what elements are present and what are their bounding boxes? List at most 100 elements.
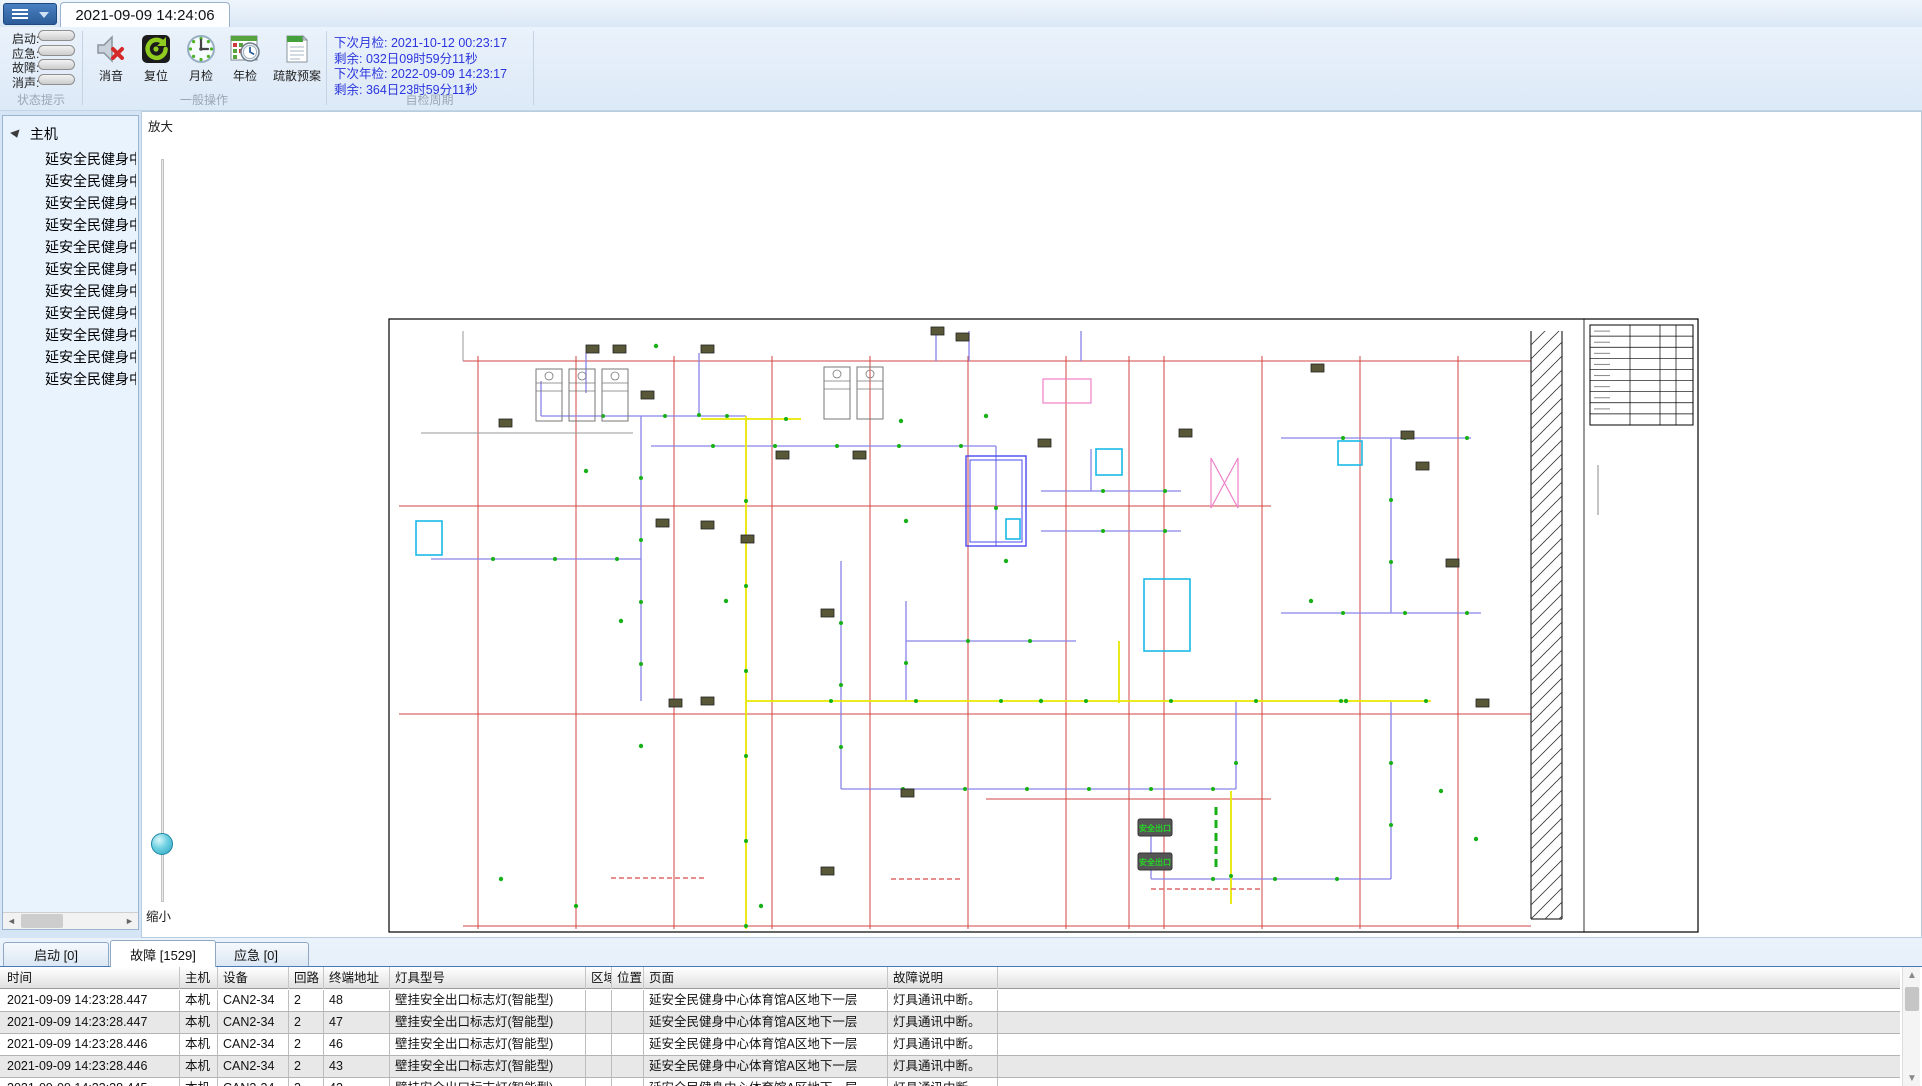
table-cell-page: 延安全民健身中心体育馆A区地下一层 — [644, 990, 888, 1011]
table-cell-model: 壁挂安全出口标志灯(智能型) — [390, 1078, 586, 1086]
table-row[interactable]: 2021-09-09 14:23:28.446本机CAN2-34246壁挂安全出… — [0, 1034, 1900, 1056]
table-cell-page: 延安全民健身中心体育馆A区地下一层 — [644, 1056, 888, 1077]
tree-item-page-6[interactable]: 延安全民健身中 — [3, 258, 136, 280]
table-cell-terminal: 46 — [324, 1034, 390, 1055]
tree-item-page-1[interactable]: 延安全民健身中 — [3, 148, 136, 170]
evacuation-plan-label: 疏散预案 — [268, 67, 326, 84]
table-cell-location — [612, 1078, 644, 1086]
tree-root-host[interactable]: 主机 — [11, 124, 136, 144]
column-header-page[interactable]: 页面 — [644, 967, 888, 989]
table-cell-model: 壁挂安全出口标志灯(智能型) — [390, 1056, 586, 1077]
actions-group-label: 一般操作 — [82, 91, 326, 108]
column-header-time[interactable]: 时间 — [2, 967, 180, 989]
reset-label: 复位 — [133, 67, 179, 84]
mute-label: 消音 — [88, 67, 134, 84]
tree-item-page-7[interactable]: 延安全民健身中 — [3, 280, 136, 302]
column-header-terminal[interactable]: 终端地址 — [324, 967, 390, 989]
tree-scrollbar-thumb[interactable] — [21, 914, 63, 928]
column-header-loop[interactable]: 回路 — [289, 967, 324, 989]
table-row[interactable]: 2021-09-09 14:23:28.445本机CAN2-34242壁挂安全出… — [0, 1078, 1900, 1086]
table-cell-device: CAN2-34 — [218, 1012, 289, 1033]
scroll-right-icon[interactable]: ► — [121, 913, 138, 929]
zoom-in-button[interactable]: 放大 — [148, 116, 173, 135]
table-cell-page: 延安全民健身中心体育馆A区地下一层 — [644, 1034, 888, 1055]
tree-expand-icon[interactable] — [10, 130, 22, 140]
calendar-clock-icon — [229, 33, 261, 65]
column-header-fault[interactable]: 故障说明 — [888, 967, 998, 989]
exit-sign-text: 安全出口 — [1139, 857, 1171, 867]
mute-button[interactable]: 消音 — [88, 31, 134, 89]
table-cell-fault: 灯具通讯中断。 — [888, 990, 998, 1011]
column-header-device[interactable]: 设备 — [218, 967, 289, 989]
table-cell-fault: 灯具通讯中断。 — [888, 1078, 998, 1086]
table-row[interactable]: 2021-09-09 14:23:28.446本机CAN2-34243壁挂安全出… — [0, 1056, 1900, 1078]
table-cell-loop: 2 — [289, 1012, 324, 1033]
reset-arrow-icon — [140, 33, 172, 65]
status-group-label: 状态提示 — [0, 91, 82, 108]
table-cell-host: 本机 — [180, 990, 218, 1011]
tree-item-page-8[interactable]: 延安全民健身中 — [3, 302, 136, 324]
column-header-model[interactable]: 灯具型号 — [390, 967, 586, 989]
column-header-location[interactable]: 位置 — [612, 967, 644, 989]
menu-button[interactable] — [3, 3, 57, 25]
monthly-check-label: 月检 — [178, 67, 224, 84]
table-body: 2021-09-09 14:23:28.447本机CAN2-34248壁挂安全出… — [0, 990, 1900, 1086]
next-monthly-check-text: 下次月检: 2021-10-12 00:23:17 — [334, 32, 554, 47]
monthly-check-button[interactable]: 月检 — [178, 31, 224, 89]
yearly-check-button[interactable]: 年检 — [222, 31, 268, 89]
table-cell-loop: 2 — [289, 1078, 324, 1086]
table-cell-location — [612, 1034, 644, 1055]
monthly-remaining-text: 剩余: 032日09时59分11秒 — [334, 48, 554, 63]
floor-plan-drawing: 安全出口安全出口 — [142, 112, 1922, 938]
table-cell-device: CAN2-34 — [218, 990, 289, 1011]
title-tab[interactable]: 2021-09-09 14:24:06 — [60, 2, 230, 27]
table-cell-area — [586, 1056, 612, 1077]
table-cell-time: 2021-09-09 14:23:28.446 — [2, 1056, 180, 1077]
table-cell-fault: 灯具通讯中断。 — [888, 1012, 998, 1033]
tree-item-page-2[interactable]: 延安全民健身中 — [3, 170, 136, 192]
table-cell-loop: 2 — [289, 990, 324, 1011]
status-row-emergency: 应急: — [12, 45, 39, 58]
table-cell-time: 2021-09-09 14:23:28.447 — [2, 1012, 180, 1033]
evacuation-plan-button[interactable]: 疏散预案 — [268, 31, 326, 89]
table-cell-location — [612, 1012, 644, 1033]
scroll-down-icon[interactable]: ▼ — [1903, 1070, 1921, 1086]
table-cell-fault: 灯具通讯中断。 — [888, 1056, 998, 1077]
column-header-area[interactable]: 区域 — [586, 967, 612, 989]
table-cell-loop: 2 — [289, 1056, 324, 1077]
table-scrollbar-thumb[interactable] — [1905, 987, 1919, 1011]
zoom-out-button[interactable]: 缩小 — [146, 906, 171, 925]
tree-item-page-9[interactable]: 延安全民健身中 — [3, 324, 136, 346]
tree-item-page-11[interactable]: 延安全民健身中 — [3, 368, 136, 390]
scroll-up-icon[interactable]: ▲ — [1903, 967, 1921, 984]
table-cell-area — [586, 990, 612, 1011]
table-cell-page: 延安全民健身中心体育馆A区地下一层 — [644, 1012, 888, 1033]
tree-item-page-4[interactable]: 延安全民健身中 — [3, 214, 136, 236]
event-tab-fault[interactable]: 故障 [1529] — [110, 940, 216, 967]
status-row-fault: 故障: — [12, 59, 39, 72]
table-cell-host: 本机 — [180, 1034, 218, 1055]
exit-sign-text: 安全出口 — [1139, 823, 1171, 833]
table-vertical-scrollbar[interactable]: ▲ ▼ — [1902, 967, 1920, 1086]
table-cell-device: CAN2-34 — [218, 1078, 289, 1086]
scroll-left-icon[interactable]: ◄ — [3, 913, 20, 929]
status-indicator-silenced — [38, 74, 75, 85]
table-cell-model: 壁挂安全出口标志灯(智能型) — [390, 1012, 586, 1033]
tree-item-page-10[interactable]: 延安全民健身中 — [3, 346, 136, 368]
table-cell-fault: 灯具通讯中断。 — [888, 1034, 998, 1055]
tree-item-page-3[interactable]: 延安全民健身中 — [3, 192, 136, 214]
drawing-panel: 放大 缩小 安全出口安全出口 — [141, 111, 1922, 938]
column-header-host[interactable]: 主机 — [180, 967, 218, 989]
table-cell-host: 本机 — [180, 1056, 218, 1077]
table-row[interactable]: 2021-09-09 14:23:28.447本机CAN2-34247壁挂安全出… — [0, 1012, 1900, 1034]
next-yearly-check-text: 下次年检: 2022-09-09 14:23:17 — [334, 63, 554, 78]
reset-button[interactable]: 复位 — [133, 31, 179, 89]
tree-horizontal-scrollbar[interactable]: ◄ ► — [3, 912, 138, 929]
event-tab-start[interactable]: 启动 [0] — [3, 942, 109, 966]
table-cell-loop: 2 — [289, 1034, 324, 1055]
zoom-slider-knob[interactable] — [151, 833, 173, 855]
table-row[interactable]: 2021-09-09 14:23:28.447本机CAN2-34248壁挂安全出… — [0, 990, 1900, 1012]
table-cell-area — [586, 1078, 612, 1086]
event-tab-emergency[interactable]: 应急 [0] — [203, 942, 309, 966]
tree-item-page-5[interactable]: 延安全民健身中 — [3, 236, 136, 258]
